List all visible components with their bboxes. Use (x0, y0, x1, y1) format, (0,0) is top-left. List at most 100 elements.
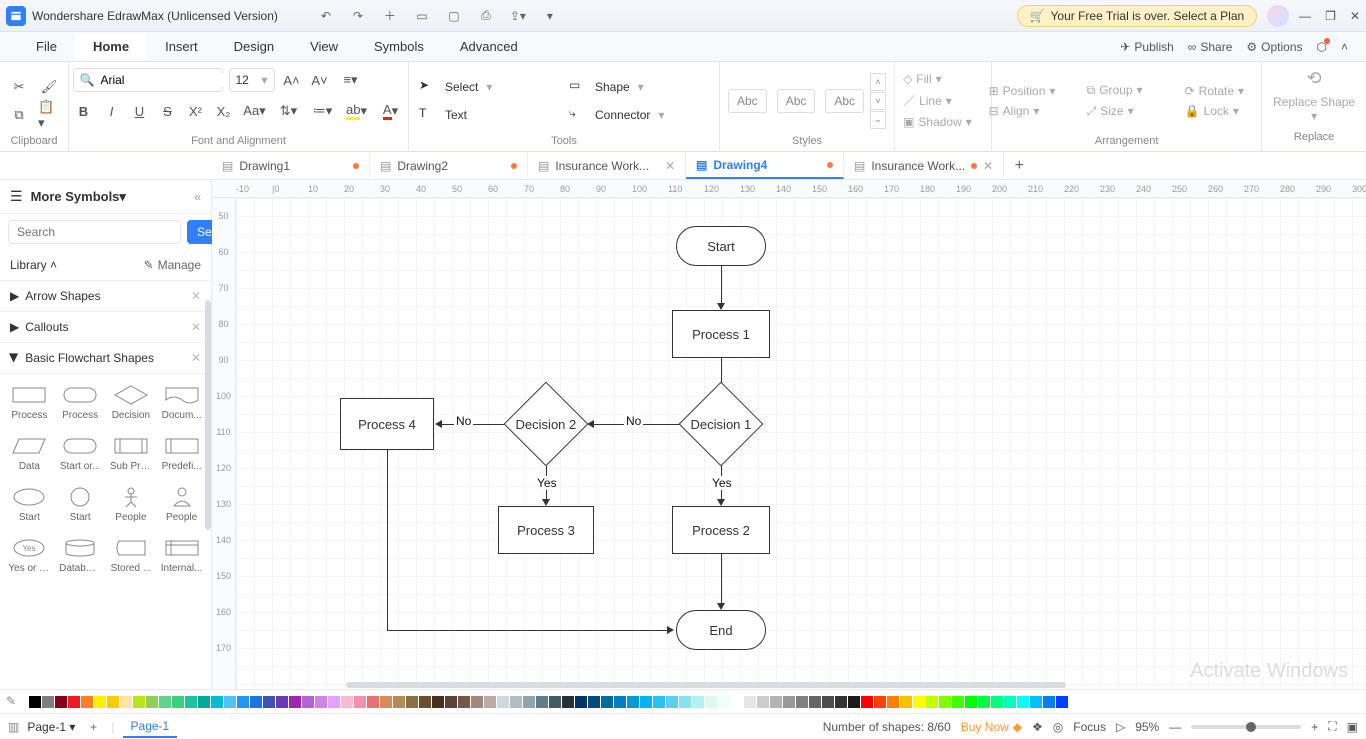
superscript-icon[interactable]: X² (185, 100, 207, 122)
color-swatch[interactable] (744, 696, 756, 708)
style-swatch[interactable]: Abc (777, 89, 816, 113)
color-swatch[interactable] (380, 696, 392, 708)
color-swatch[interactable] (224, 696, 236, 708)
publish-button[interactable]: ✈Publish (1120, 40, 1173, 54)
font-family-select[interactable]: 🔍 ▾ (73, 68, 223, 92)
sidebar-scrollbar[interactable] (205, 300, 211, 530)
paste-icon[interactable]: 📋▾ (38, 104, 60, 126)
add-tab-button[interactable]: + (1004, 157, 1034, 175)
print-icon[interactable]: ⎙ (478, 8, 494, 24)
align-button[interactable]: ⊟Align▾ (989, 104, 1069, 118)
color-swatch[interactable] (965, 696, 977, 708)
color-swatch[interactable] (757, 696, 769, 708)
minimize-button[interactable]: — (1299, 9, 1311, 23)
style-swatch[interactable]: Abc (825, 89, 864, 113)
edge[interactable] (387, 630, 670, 631)
doc-tab-active[interactable]: ▤Drawing4 (686, 152, 844, 179)
shape-item[interactable]: Stored ... (110, 537, 153, 574)
more-symbols-label[interactable]: More Symbols▾ (31, 189, 126, 205)
styles-more-icon[interactable]: ⌄ (870, 111, 886, 129)
color-swatch[interactable] (250, 696, 262, 708)
color-swatch[interactable] (848, 696, 860, 708)
line-spacing-icon[interactable]: ⇅▾ (275, 100, 303, 122)
increase-font-icon[interactable]: A˄ (281, 69, 303, 91)
new-icon[interactable]: ＋ (382, 8, 398, 24)
shape-item[interactable]: Start (59, 486, 102, 523)
edge[interactable] (721, 266, 722, 306)
color-swatch[interactable] (341, 696, 353, 708)
fit-page-icon[interactable]: ⛶ (1328, 719, 1336, 734)
trial-banner[interactable]: 🛒 Your Free Trial is over. Select a Plan (1017, 5, 1258, 27)
styles-up-icon[interactable]: ˄ (870, 73, 886, 91)
color-swatch[interactable] (653, 696, 665, 708)
color-swatch[interactable] (29, 696, 41, 708)
add-page-button[interactable]: + (83, 720, 103, 734)
color-swatch[interactable] (549, 696, 561, 708)
decrease-font-icon[interactable]: A˅ (309, 69, 331, 91)
menu-symbols[interactable]: Symbols (356, 33, 442, 60)
bullets-icon[interactable]: ≔▾ (309, 100, 337, 122)
color-swatch[interactable] (1004, 696, 1016, 708)
horizontal-scrollbar[interactable] (236, 681, 1366, 689)
style-swatch[interactable]: Abc (728, 89, 767, 113)
rotate-button[interactable]: ⟳Rotate▾ (1185, 84, 1265, 98)
color-swatch[interactable] (835, 696, 847, 708)
color-swatch[interactable] (146, 696, 158, 708)
menu-view[interactable]: View (292, 33, 356, 60)
color-swatch[interactable] (718, 696, 730, 708)
color-swatch[interactable] (926, 696, 938, 708)
node-process1[interactable]: Process 1 (672, 310, 770, 358)
text-tool[interactable]: TText (419, 106, 559, 124)
section-basic-flowchart[interactable]: ▶Basic Flowchart Shapes✕ (0, 343, 211, 374)
color-swatch[interactable] (627, 696, 639, 708)
zoom-in-button[interactable]: + (1311, 720, 1318, 734)
color-swatch[interactable] (172, 696, 184, 708)
color-swatch[interactable] (354, 696, 366, 708)
highlight-icon[interactable]: ab▾ (343, 100, 371, 122)
doc-tab[interactable]: ▤Insurance Work...✕ (844, 152, 1004, 179)
node-decision1[interactable]: Decision 1 (679, 382, 764, 467)
edge[interactable] (387, 450, 388, 630)
color-swatch[interactable] (705, 696, 717, 708)
shape-item[interactable]: Predefi... (160, 435, 203, 472)
color-swatch[interactable] (822, 696, 834, 708)
cut-icon[interactable]: ✂ (8, 76, 30, 98)
shape-item[interactable]: Internal... (160, 537, 203, 574)
color-swatch[interactable] (198, 696, 210, 708)
lock-button[interactable]: 🔒Lock▾ (1185, 104, 1265, 118)
color-swatch[interactable] (796, 696, 808, 708)
shadow-button[interactable]: ▣Shadow▾ (903, 115, 983, 129)
menu-advanced[interactable]: Advanced (442, 33, 536, 60)
shape-item[interactable]: YesYes or No (8, 537, 51, 574)
color-swatch[interactable] (68, 696, 80, 708)
close-tab-icon[interactable]: ✕ (983, 159, 993, 173)
color-swatch[interactable] (770, 696, 782, 708)
fullscreen-icon[interactable]: ▣ (1347, 720, 1358, 734)
close-tab-icon[interactable]: ✕ (665, 159, 675, 173)
hamburger-icon[interactable]: ☰ (10, 188, 23, 205)
color-swatch[interactable] (367, 696, 379, 708)
section-callouts[interactable]: ▶Callouts✕ (0, 312, 211, 343)
color-swatch[interactable] (1056, 696, 1068, 708)
color-swatch[interactable] (731, 696, 743, 708)
menu-home[interactable]: Home (75, 33, 147, 60)
color-swatch[interactable] (497, 696, 509, 708)
zoom-out-button[interactable]: — (1169, 720, 1181, 734)
page-layout-icon[interactable]: ▥ (8, 720, 19, 734)
color-swatch[interactable] (640, 696, 652, 708)
presentation-icon[interactable]: ▷ (1116, 720, 1125, 734)
color-swatch[interactable] (978, 696, 990, 708)
strikethrough-icon[interactable]: S (157, 100, 179, 122)
color-swatch[interactable] (55, 696, 67, 708)
shape-item[interactable]: Docum... (160, 384, 203, 421)
undo-icon[interactable]: ↶ (318, 8, 334, 24)
node-process4[interactable]: Process 4 (340, 398, 434, 450)
color-swatch[interactable] (159, 696, 171, 708)
color-swatch[interactable] (393, 696, 405, 708)
search-input[interactable] (8, 220, 181, 244)
color-swatch[interactable] (289, 696, 301, 708)
close-button[interactable]: ✕ (1350, 9, 1360, 23)
notifications-icon[interactable]: ⬡ (1317, 40, 1327, 54)
page-tab[interactable]: Page-1 (123, 716, 178, 738)
color-swatch[interactable] (185, 696, 197, 708)
